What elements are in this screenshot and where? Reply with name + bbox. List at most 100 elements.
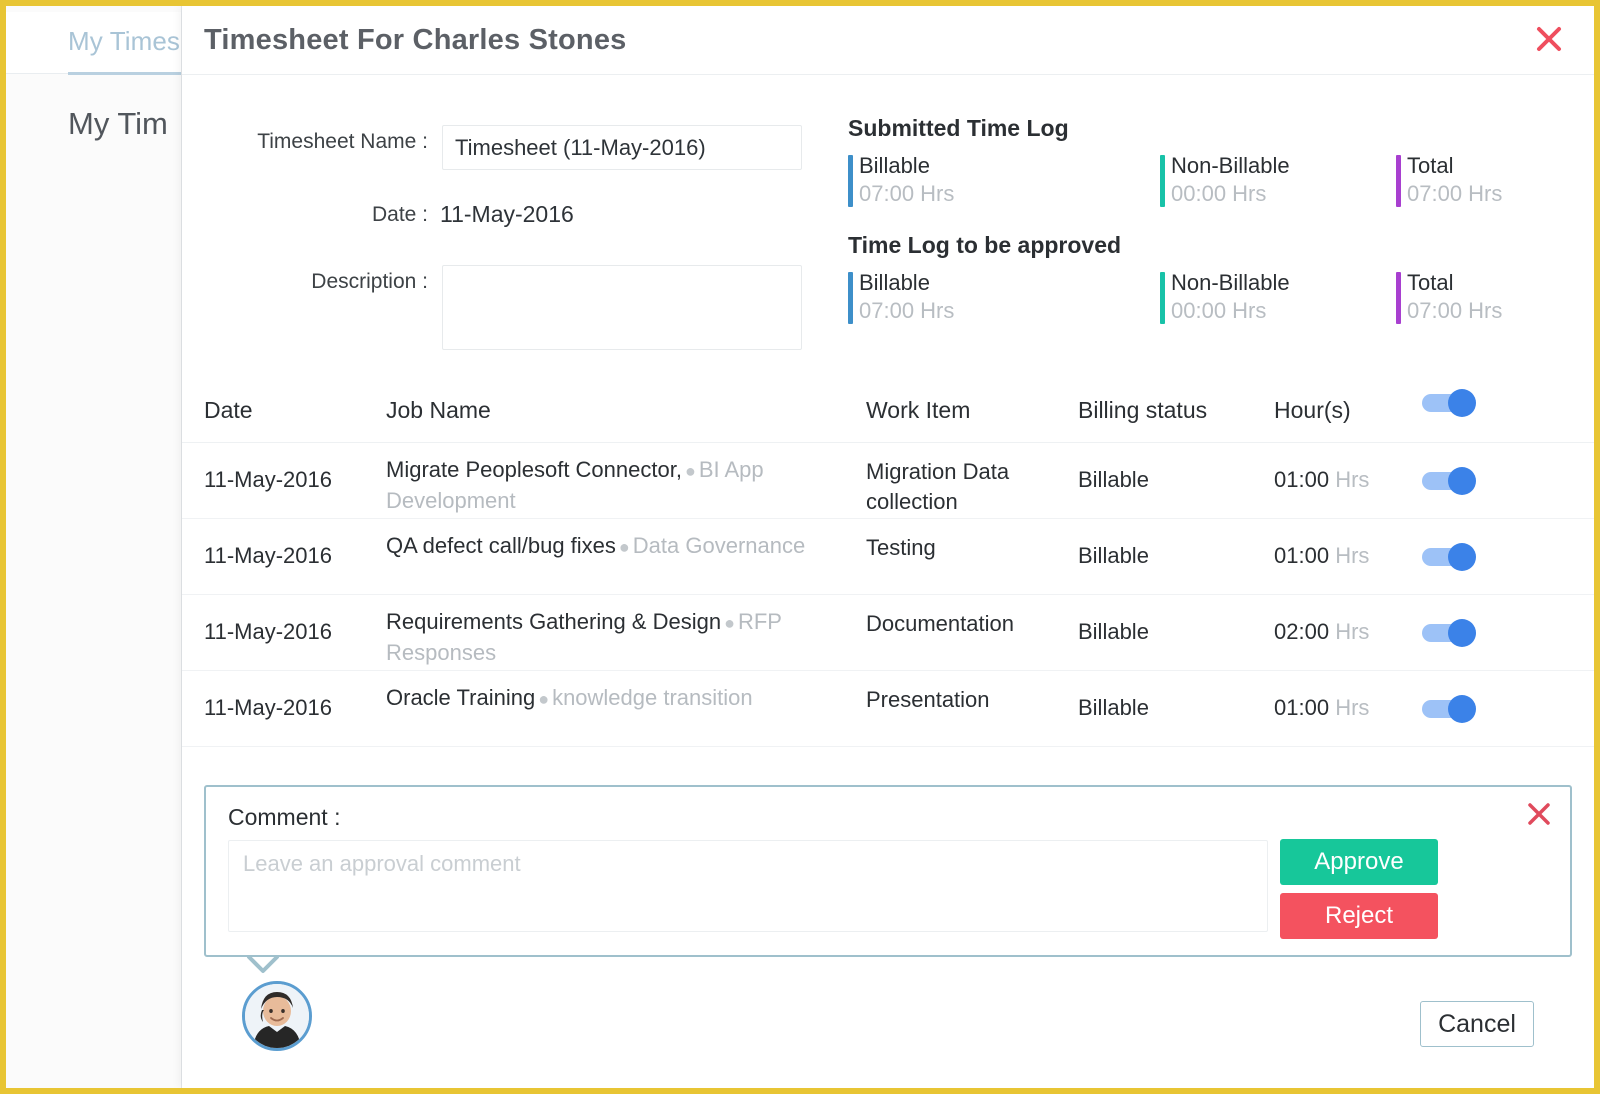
cell-hours: 01:00 Hrs bbox=[1274, 541, 1369, 571]
background-page: My Times My Tim bbox=[6, 6, 182, 1088]
summary-accent-bar bbox=[1160, 155, 1165, 207]
hours-value: 01:00 bbox=[1274, 543, 1330, 568]
summary-row: Billable 07:00 Hrs Non-Billable 00:00 Hrs To… bbox=[848, 269, 1578, 337]
tab-active-underline bbox=[68, 72, 182, 75]
cell-hours: 01:00 Hrs bbox=[1274, 693, 1369, 723]
summary-metric-label: Total bbox=[1407, 270, 1454, 295]
page-title: Timesheet For Charles Stones bbox=[204, 24, 627, 56]
toggle-knob bbox=[1448, 695, 1476, 723]
hours-unit: Hrs bbox=[1335, 467, 1370, 492]
timesheet-entries-table: Date Job Name Work Item Billing status H… bbox=[182, 375, 1594, 747]
cancel-button[interactable]: Cancel bbox=[1420, 1001, 1534, 1047]
comment-bubble-tail bbox=[246, 955, 280, 975]
summary-metric-label: Billable bbox=[859, 270, 930, 295]
summary-metric-label: Non-Billable bbox=[1171, 153, 1290, 178]
summary-metric: Total 07:00 Hrs bbox=[1396, 269, 1502, 325]
cell-work-item: Testing bbox=[866, 535, 936, 560]
timesheet-name-label: Timesheet Name : bbox=[257, 130, 428, 153]
cell-work-item: Migration Data collection bbox=[866, 459, 1010, 514]
column-header-date: Date bbox=[204, 397, 253, 423]
hours-unit: Hrs bbox=[1335, 695, 1370, 720]
tab-my-times[interactable]: My Times bbox=[68, 26, 180, 57]
summary-metric-value: 07:00 Hrs bbox=[859, 298, 955, 323]
toggle-all-entries[interactable] bbox=[1422, 389, 1480, 417]
summary-accent-bar bbox=[1160, 272, 1165, 324]
cell-date: 11-May-2016 bbox=[204, 543, 332, 568]
summary-metric-value: 07:00 Hrs bbox=[1407, 181, 1503, 206]
summary-metric-label: Total bbox=[1407, 153, 1454, 178]
toggle-knob bbox=[1448, 389, 1476, 417]
background-tabbar: My Times bbox=[6, 12, 182, 75]
job-name-text: QA defect call/bug fixes bbox=[386, 533, 616, 558]
column-header-hours: Hour(s) bbox=[1274, 397, 1351, 423]
hours-value: 01:00 bbox=[1274, 695, 1330, 720]
comment-close-icon[interactable] bbox=[1524, 799, 1554, 829]
summary-metric: Billable 07:00 Hrs bbox=[848, 152, 954, 208]
background-page-title: My Tim bbox=[68, 106, 168, 141]
job-separator-dot: ● bbox=[724, 613, 735, 633]
summary-metric: Total 07:00 Hrs bbox=[1396, 152, 1502, 208]
job-project-name: knowledge transition bbox=[552, 685, 753, 710]
row-billable-toggle[interactable] bbox=[1422, 695, 1480, 723]
summary-metric-label: Non-Billable bbox=[1171, 270, 1290, 295]
job-name-text: Oracle Training bbox=[386, 685, 536, 710]
table-row: 11-May-2016 Migrate Peoplesoft Connector,… bbox=[182, 443, 1594, 519]
cell-billing-status: Billable bbox=[1078, 695, 1149, 720]
cell-hours: 02:00 Hrs bbox=[1274, 617, 1369, 647]
job-name-text: Requirements Gathering & Design bbox=[386, 609, 722, 634]
cell-billing-status: Billable bbox=[1078, 619, 1149, 644]
hours-unit: Hrs bbox=[1335, 543, 1370, 568]
cell-job-name: Migrate Peoplesoft Connector, ● BI App Dev… bbox=[386, 455, 856, 516]
comment-input[interactable] bbox=[228, 840, 1268, 932]
summary-metric: Billable 07:00 Hrs bbox=[848, 269, 954, 325]
avatar bbox=[242, 981, 312, 1051]
table-row: 11-May-2016 QA defect call/bug fixes ● Data… bbox=[182, 519, 1594, 595]
cell-billing-status: Billable bbox=[1078, 467, 1149, 492]
row-billable-toggle[interactable] bbox=[1422, 543, 1480, 571]
cell-hours: 01:00 Hrs bbox=[1274, 465, 1369, 495]
job-name-text: Migrate Peoplesoft Connector, bbox=[386, 457, 682, 482]
toggle-knob bbox=[1448, 619, 1476, 647]
description-input[interactable] bbox=[442, 265, 802, 350]
cell-work-item: Presentation bbox=[866, 687, 990, 712]
summary-accent-bar bbox=[1396, 272, 1401, 324]
job-separator-dot: ● bbox=[684, 461, 696, 481]
summary-group-heading: Time Log to be approved bbox=[848, 232, 1122, 258]
approve-button[interactable]: Approve bbox=[1280, 839, 1438, 885]
timesheet-name-input[interactable] bbox=[442, 125, 802, 170]
cell-date: 11-May-2016 bbox=[204, 467, 332, 492]
toggle-knob bbox=[1448, 543, 1476, 571]
description-label: Description : bbox=[311, 270, 428, 293]
cell-job-name: QA defect call/bug fixes ● Data Governance bbox=[386, 531, 856, 562]
job-separator-dot: ● bbox=[538, 689, 550, 709]
table-row: 11-May-2016 Oracle Training ● knowledge tra… bbox=[182, 671, 1594, 747]
summary-metric: Non-Billable 00:00 Hrs bbox=[1160, 152, 1290, 208]
hours-value: 01:00 bbox=[1274, 467, 1330, 492]
row-billable-toggle[interactable] bbox=[1422, 467, 1480, 495]
summary-metric-value: 00:00 Hrs bbox=[1171, 181, 1267, 206]
summary-row: Billable 07:00 Hrs Non-Billable 00:00 Hrs To… bbox=[848, 152, 1578, 220]
timesheet-approval-modal: Timesheet For Charles Stones Timesheet N… bbox=[182, 6, 1594, 1088]
toggle-knob bbox=[1448, 467, 1476, 495]
timesheet-form: Timesheet Name : Date : 11-May-2016 Desc… bbox=[182, 75, 1594, 375]
column-header-work-item: Work Item bbox=[866, 397, 971, 423]
column-header-job-name: Job Name bbox=[386, 397, 491, 423]
reject-button[interactable]: Reject bbox=[1280, 893, 1438, 939]
approval-comment-panel: Comment : Approve Reject bbox=[204, 785, 1572, 957]
hours-value: 02:00 bbox=[1274, 619, 1330, 644]
modal-header: Timesheet For Charles Stones bbox=[182, 6, 1594, 75]
hours-unit: Hrs bbox=[1335, 619, 1370, 644]
cell-billing-status: Billable bbox=[1078, 543, 1149, 568]
summary-metric: Non-Billable 00:00 Hrs bbox=[1160, 269, 1290, 325]
close-icon[interactable] bbox=[1532, 22, 1566, 56]
summary-group-heading: Submitted Time Log bbox=[848, 115, 1069, 141]
cell-work-item: Documentation bbox=[866, 611, 1014, 636]
row-billable-toggle[interactable] bbox=[1422, 619, 1480, 647]
job-separator-dot: ● bbox=[618, 537, 630, 557]
time-log-summary: Submitted Time Log Billable 07:00 Hrs Non-B… bbox=[848, 115, 1578, 337]
summary-metric-value: 07:00 Hrs bbox=[1407, 298, 1503, 323]
summary-metric-value: 00:00 Hrs bbox=[1171, 298, 1267, 323]
summary-accent-bar bbox=[848, 155, 853, 207]
comment-label: Comment : bbox=[228, 804, 341, 830]
table-header-row: Date Job Name Work Item Billing status H… bbox=[182, 375, 1594, 443]
